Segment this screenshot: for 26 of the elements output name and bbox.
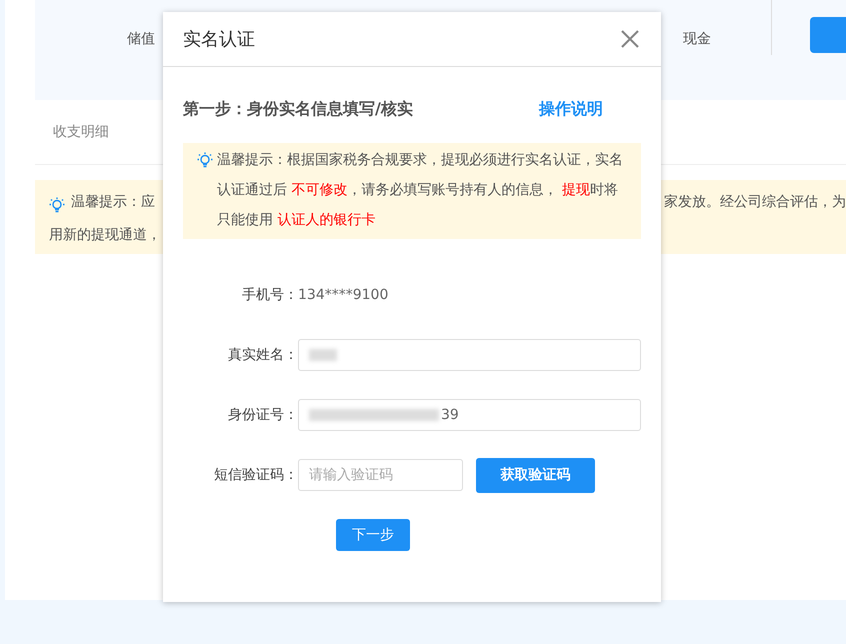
notice-text: 温馨提示：根据国家税务合规要求，提现必须进行实名认证，实名认证通过后 不可修改，请务必填写账号持有人的信息， 提现时将只能使用 认证人的银行卡 <box>217 151 624 230</box>
get-code-button[interactable]: 获取验证码 <box>476 458 595 492</box>
field-label: 手机号： <box>241 286 298 304</box>
next-button[interactable]: 下一步 <box>336 519 410 551</box>
field-label: 身份证号： <box>227 406 298 424</box>
notice-text: 温馨提示：应 <box>71 193 155 211</box>
step-title: 第一步：身份实名信息填写/核实 <box>183 98 413 120</box>
lightbulb-icon <box>197 152 213 169</box>
phone-number: 134****9100 <box>298 287 388 303</box>
input-field[interactable]: 39 <box>298 399 641 431</box>
notice-text: 家发放。经公司综合评估，为 <box>664 193 846 211</box>
help-link[interactable]: 操作说明 <box>539 98 603 120</box>
input-field[interactable] <box>298 339 641 371</box>
close-icon[interactable] <box>621 30 639 48</box>
field-value: 39 <box>441 407 459 423</box>
action-button[interactable] <box>810 17 846 53</box>
code-input[interactable]: 请输入验证码 <box>298 459 463 491</box>
lightbulb-icon <box>49 197 65 214</box>
tab[interactable]: 收支明细 <box>53 123 109 141</box>
field-label: 真实姓名： <box>227 346 298 364</box>
dialog-title: 实名认证 <box>183 28 255 51</box>
field-label: 短信验证码： <box>213 466 298 484</box>
blurred-text <box>309 349 337 361</box>
stat-label: 储值 <box>127 30 155 48</box>
notice-text: 用新的提现通道， <box>49 226 161 244</box>
stat-label: 现金 <box>683 30 711 48</box>
